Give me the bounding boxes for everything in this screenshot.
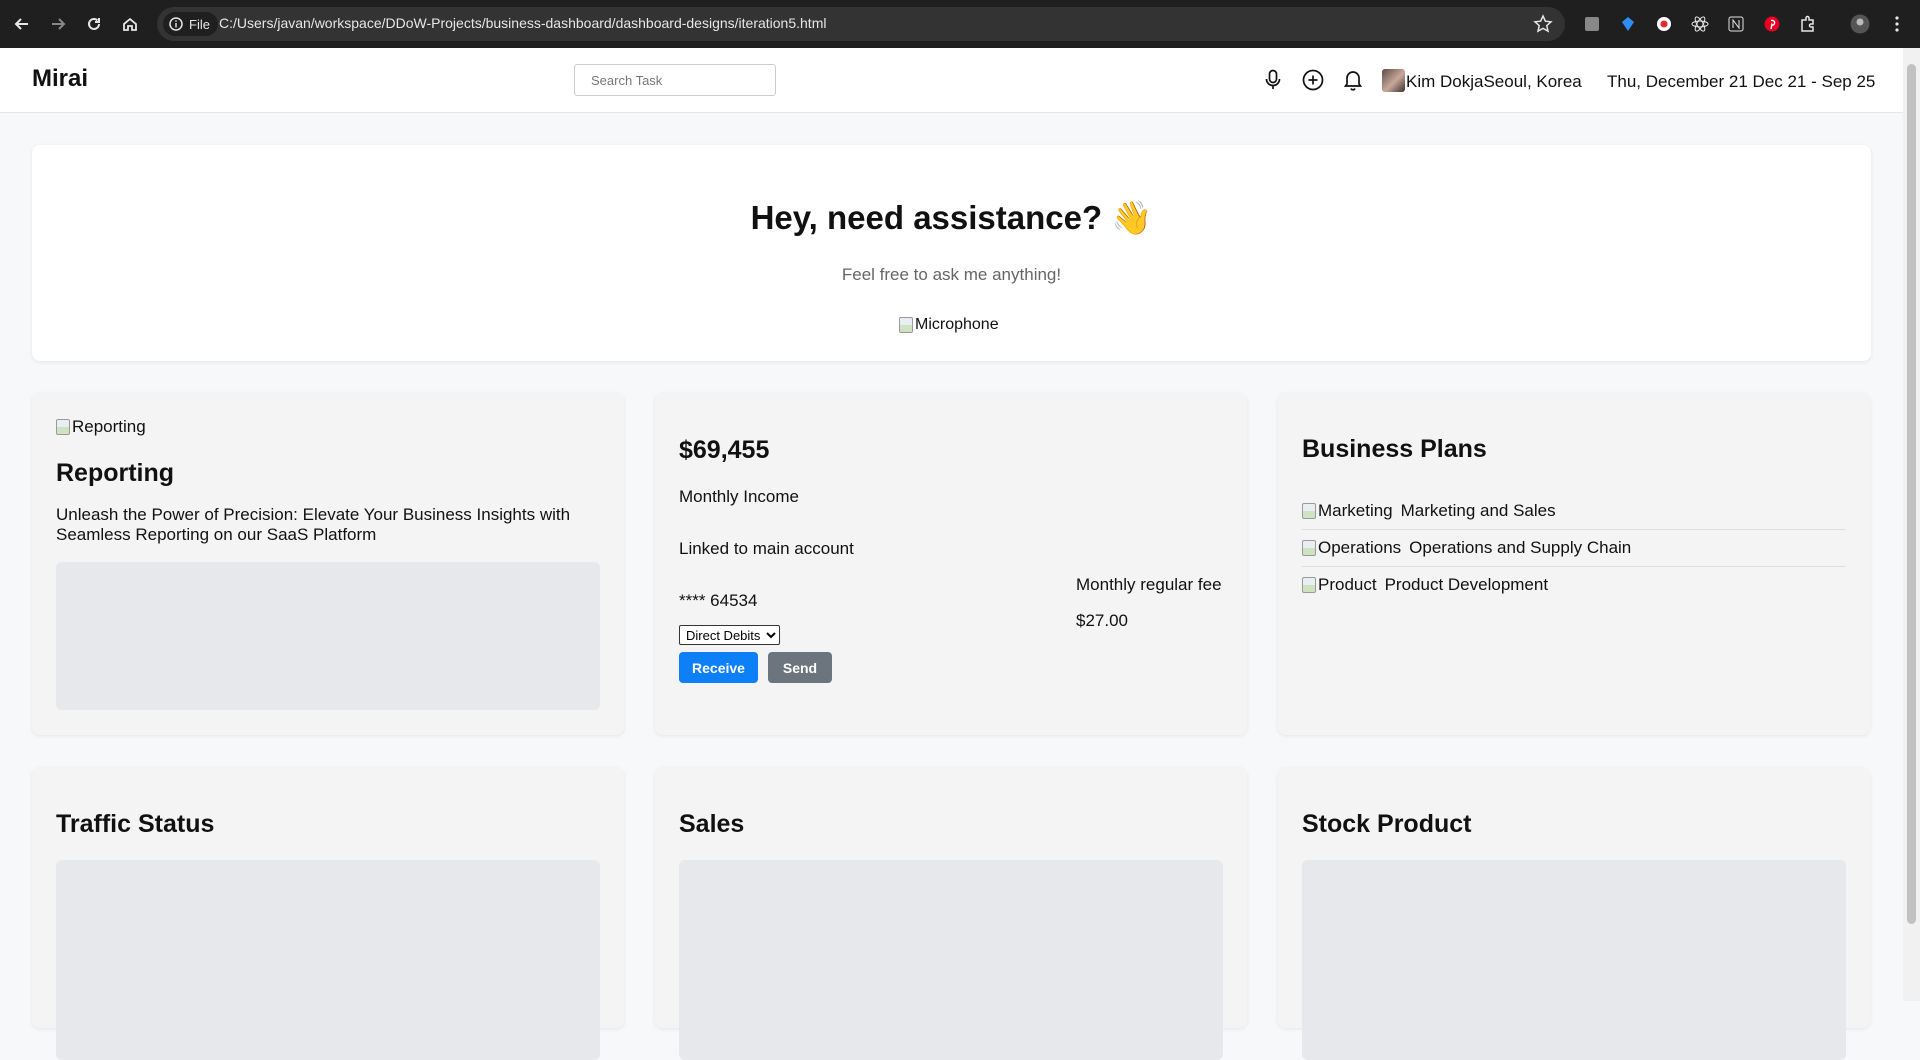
menu-kebab-icon[interactable] (1886, 13, 1908, 35)
business-plans-title: Business Plans (1302, 435, 1487, 463)
broken-image-icon (1302, 503, 1316, 519)
business-plans-card: Business Plans Marketing Marketing and S… (1278, 393, 1870, 735)
notion-extension-icon[interactable] (1725, 13, 1747, 35)
linked-account-label: Linked to main account (679, 539, 854, 558)
sales-chart-placeholder (679, 860, 1223, 1060)
back-icon[interactable] (10, 12, 34, 36)
monthly-fee-value: $27.00 (1076, 611, 1128, 630)
puzzle-extensions-icon[interactable] (1797, 13, 1819, 35)
sales-title: Sales (679, 810, 745, 838)
plan-label: Marketing and Sales (1400, 501, 1556, 520)
site-info-chip[interactable]: File (163, 12, 218, 36)
microphone-icon[interactable] (1261, 68, 1285, 92)
avatar[interactable] (1382, 69, 1405, 92)
date-range[interactable]: Thu, December 21 Dec 21 - Sep 25 (1607, 72, 1875, 92)
reporting-title: Reporting (56, 459, 175, 487)
payment-type-select[interactable]: Direct Debits (679, 625, 780, 645)
stock-chart-placeholder (1302, 860, 1846, 1060)
site-chip-label: File (189, 16, 210, 32)
operations-image: Operations (1302, 538, 1401, 558)
address-bar[interactable]: File C:/Users/javan/workspace/DDoW-Proje… (157, 7, 1565, 41)
reporting-description: Unleash the Power of Precision: Elevate … (56, 505, 571, 544)
microphone-image[interactable]: Microphone (899, 316, 999, 334)
income-card: $69,455 Monthly Income Linked to main ac… (655, 393, 1247, 735)
bookmark-star-icon[interactable] (1533, 14, 1553, 39)
list-item[interactable]: Marketing Marketing and Sales (1302, 493, 1846, 530)
forward-icon[interactable] (46, 12, 70, 36)
traffic-status-title: Traffic Status (56, 810, 215, 838)
microphone-image-alt: Microphone (915, 316, 999, 333)
user-info[interactable]: Kim DokjaSeoul, Korea (1406, 72, 1582, 92)
page-scrollbar[interactable] (1903, 48, 1920, 1001)
browser-toolbar: File C:/Users/javan/workspace/DDoW-Proje… (0, 0, 1920, 48)
scrollbar-thumb[interactable] (1907, 64, 1916, 924)
image-alt: Product (1318, 575, 1377, 594)
list-item[interactable]: Product Product Development (1302, 567, 1846, 603)
reporting-image: Reporting (56, 417, 146, 437)
stock-product-card: Stock Product (1278, 768, 1870, 1060)
profile-icon[interactable] (1849, 13, 1871, 35)
send-button[interactable]: Send (768, 652, 832, 683)
home-icon[interactable] (118, 12, 142, 36)
bell-icon[interactable] (1341, 68, 1365, 92)
hero-subtitle: Feel free to ask me anything! (841, 265, 1062, 284)
image-alt: Marketing (1318, 501, 1393, 520)
assistant-hero: Hey, need assistance? 👋 Feel free to ask… (32, 145, 1871, 361)
account-number: **** 64534 (679, 591, 758, 610)
business-plans-list: Marketing Marketing and Sales Operations… (1302, 493, 1846, 603)
app-header: Mirai Kim DokjaSeoul, Korea Thu, Decembe… (0, 48, 1903, 113)
sales-card: Sales (655, 768, 1247, 1060)
pinterest-extension-icon[interactable] (1761, 13, 1783, 35)
reporting-image-alt: Reporting (72, 417, 146, 436)
broken-image-icon (899, 317, 913, 333)
add-circle-icon[interactable] (1301, 68, 1325, 92)
plan-label: Product Development (1384, 575, 1549, 594)
extension-icon[interactable] (1581, 13, 1603, 35)
broken-image-icon (1302, 577, 1316, 593)
search-input[interactable] (574, 64, 776, 96)
reload-icon[interactable] (82, 12, 106, 36)
monthly-fee-label: Monthly regular fee (1076, 575, 1222, 594)
product-image: Product (1302, 575, 1377, 595)
plan-label: Operations and Supply Chain (1409, 538, 1632, 557)
receive-button[interactable]: Receive (679, 652, 758, 683)
url-text[interactable]: C:/Users/javan/workspace/DDoW-Projects/b… (219, 15, 826, 31)
reporting-chart-placeholder (56, 562, 600, 710)
stock-product-title: Stock Product (1302, 810, 1472, 838)
image-alt: Operations (1318, 538, 1402, 557)
traffic-status-card: Traffic Status (32, 768, 624, 1060)
react-extension-icon[interactable] (1689, 13, 1711, 35)
traffic-chart-placeholder (56, 860, 600, 1060)
info-icon (169, 17, 183, 31)
record-extension-icon[interactable] (1653, 13, 1675, 35)
broken-image-icon (1302, 540, 1316, 556)
brand-logo[interactable]: Mirai (32, 65, 88, 93)
marketing-image: Marketing (1302, 501, 1393, 521)
income-label: Monthly Income (679, 487, 799, 506)
hero-title: Hey, need assistance? 👋 (750, 199, 1153, 236)
income-amount: $69,455 (679, 436, 770, 464)
diamond-extension-icon[interactable] (1617, 13, 1639, 35)
reporting-card: Reporting Reporting Unleash the Power of… (32, 393, 624, 735)
broken-image-icon (56, 419, 70, 435)
list-item[interactable]: Operations Operations and Supply Chain (1302, 530, 1846, 567)
